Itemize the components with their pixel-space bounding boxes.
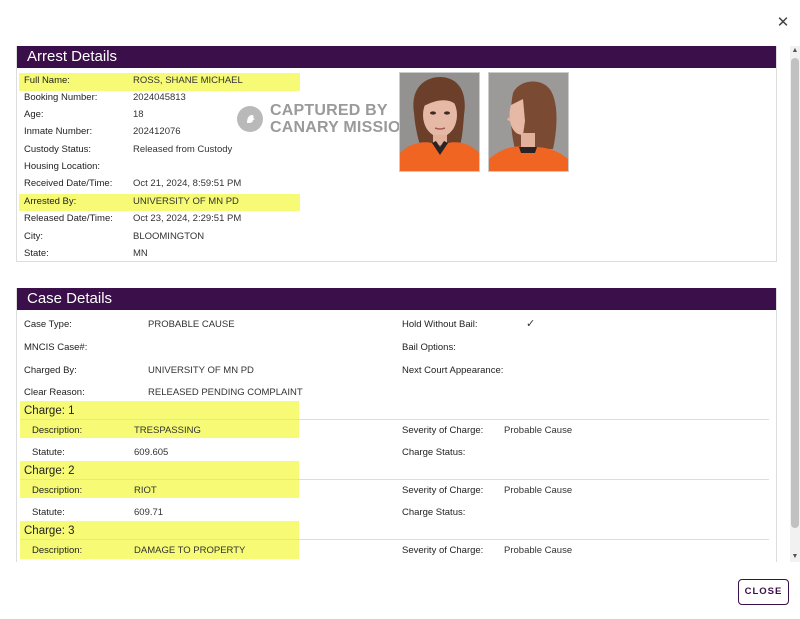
age-value: 18 bbox=[133, 109, 144, 120]
field-label: City: bbox=[24, 231, 43, 242]
mugshot-front bbox=[399, 72, 480, 172]
field-label: Severity of Charge: bbox=[402, 425, 484, 436]
charge-severity: Probable Cause bbox=[504, 485, 573, 496]
divider bbox=[20, 419, 769, 420]
charge-description: DAMAGE TO PROPERTY bbox=[134, 545, 246, 556]
field-label: Booking Number: bbox=[24, 92, 98, 103]
field-label: Released Date/Time: bbox=[24, 213, 113, 224]
field-label: Severity of Charge: bbox=[402, 485, 484, 496]
charge-title: Charge: 1 bbox=[24, 405, 75, 417]
mugshot-profile bbox=[488, 72, 569, 172]
modal-body: Arrest Details Full Name: ROSS, SHANE MI… bbox=[0, 46, 790, 562]
scroll-up-icon[interactable]: ▲ bbox=[790, 46, 800, 56]
watermark-line-2: CANARY MISSION bbox=[270, 119, 413, 136]
charge-description: TRESPASSING bbox=[134, 425, 201, 436]
details-modal: ✕ Arrest Details Full Name: ROSS, SHANE … bbox=[0, 0, 800, 619]
field-label: Statute: bbox=[32, 447, 65, 458]
field-label: Custody Status: bbox=[24, 144, 92, 155]
inmate-number-value: 202412076 bbox=[133, 126, 181, 137]
field-label: Next Court Appearance: bbox=[402, 365, 504, 376]
canary-logo-icon bbox=[237, 106, 263, 132]
watermark: CAPTURED BY CANARY MISSION bbox=[237, 102, 412, 136]
scrollbar[interactable]: ▲ ▼ bbox=[790, 46, 800, 562]
charge-severity: Probable Cause bbox=[504, 425, 573, 436]
charge-statute: 609.71 bbox=[134, 507, 164, 518]
released-datetime-value: Oct 23, 2024, 2:29:51 PM bbox=[133, 213, 242, 224]
arrest-details-section: Arrest Details Full Name: ROSS, SHANE MI… bbox=[16, 46, 777, 262]
close-icon[interactable]: ✕ bbox=[775, 15, 791, 31]
field-label: Bail Options: bbox=[402, 342, 456, 353]
case-type-value: PROBABLE CAUSE bbox=[148, 319, 235, 330]
charged-by-value: UNIVERSITY OF MN PD bbox=[148, 365, 254, 376]
field-label: Charged By: bbox=[24, 365, 77, 376]
field-label: Description: bbox=[32, 425, 83, 436]
full-name-value: ROSS, SHANE MICHAEL bbox=[133, 75, 243, 86]
scroll-down-icon[interactable]: ▼ bbox=[790, 552, 800, 562]
check-icon: ✓ bbox=[526, 318, 536, 330]
watermark-line-1: CAPTURED BY bbox=[270, 102, 388, 119]
field-label: Received Date/Time: bbox=[24, 178, 113, 189]
divider bbox=[20, 479, 769, 480]
field-label: State: bbox=[24, 248, 49, 259]
field-label: MNCIS Case#: bbox=[24, 342, 88, 353]
close-button[interactable]: CLOSE bbox=[738, 579, 789, 605]
scrollbar-thumb[interactable] bbox=[791, 58, 799, 528]
arrested-by-value: UNIVERSITY OF MN PD bbox=[133, 196, 239, 207]
received-datetime-value: Oct 21, 2024, 8:59:51 PM bbox=[133, 178, 242, 189]
field-label: Statute: bbox=[32, 507, 65, 518]
state-value: MN bbox=[133, 248, 148, 259]
field-label: Arrested By: bbox=[24, 196, 77, 207]
field-label: Clear Reason: bbox=[24, 387, 85, 398]
case-details-header: Case Details bbox=[17, 288, 776, 310]
field-label: Charge Status: bbox=[402, 447, 466, 458]
custody-status-value: Released from Custody bbox=[133, 144, 233, 155]
charge-description: RIOT bbox=[134, 485, 157, 496]
field-label: Description: bbox=[32, 545, 83, 556]
field-label: Age: bbox=[24, 109, 44, 120]
field-label: Description: bbox=[32, 485, 83, 496]
divider bbox=[20, 539, 769, 540]
arrest-details-header: Arrest Details bbox=[17, 46, 776, 68]
field-label: Housing Location: bbox=[24, 161, 101, 172]
case-details-section: Case Details Case Type: PROBABLE CAUSE M… bbox=[16, 288, 777, 562]
booking-number-value: 2024045813 bbox=[133, 92, 186, 103]
charge-title: Charge: 3 bbox=[24, 525, 75, 537]
field-label: Full Name: bbox=[24, 75, 70, 86]
field-label: Inmate Number: bbox=[24, 126, 93, 137]
field-label: Severity of Charge: bbox=[402, 545, 484, 556]
watermark-text: CAPTURED BY CANARY MISSION bbox=[270, 102, 412, 136]
charge-statute: 609.605 bbox=[134, 447, 169, 458]
city-value: BLOOMINGTON bbox=[133, 231, 205, 242]
field-label: Charge Status: bbox=[402, 507, 466, 518]
field-label: Case Type: bbox=[24, 319, 72, 330]
charge-title: Charge: 2 bbox=[24, 465, 75, 477]
field-label: Hold Without Bail: bbox=[402, 319, 478, 330]
clear-reason-value: RELEASED PENDING COMPLAINT bbox=[148, 387, 303, 398]
charge-severity: Probable Cause bbox=[504, 545, 573, 556]
